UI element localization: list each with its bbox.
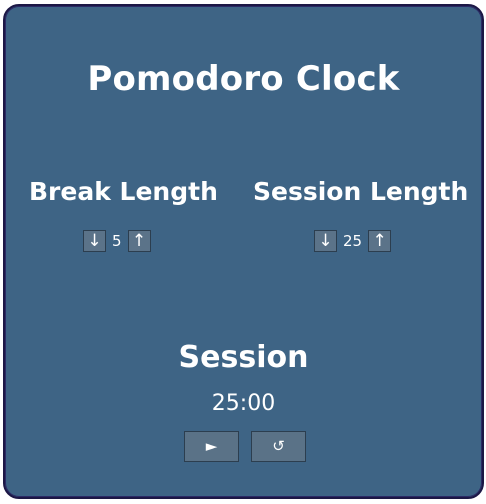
timer-label: Session <box>178 340 309 375</box>
timer-controls: ► ↺ <box>184 431 306 462</box>
session-length-value: 25 <box>343 232 363 250</box>
break-increment-button[interactable]: ↑ <box>127 230 151 252</box>
break-decrement-button[interactable]: ↓ <box>83 230 106 252</box>
reset-button[interactable]: ↺ <box>251 431 306 462</box>
page-title: Pomodoro Clock <box>87 59 400 99</box>
break-length-stepper: ↓ 5 ↑ <box>83 229 151 253</box>
session-length-stepper: ↓ 25 ↑ <box>314 229 392 253</box>
start-stop-button[interactable]: ► <box>184 431 239 462</box>
time-left-display: 25:00 <box>211 391 276 416</box>
session-decrement-button[interactable]: ↓ <box>314 230 337 252</box>
session-increment-button[interactable]: ↑ <box>368 230 392 252</box>
break-length-value: 5 <box>112 232 122 250</box>
pomodoro-clock-panel: Pomodoro Clock Break Length Session Leng… <box>3 4 484 499</box>
session-length-label: Session Length <box>253 177 469 206</box>
break-length-label: Break Length <box>29 177 218 206</box>
